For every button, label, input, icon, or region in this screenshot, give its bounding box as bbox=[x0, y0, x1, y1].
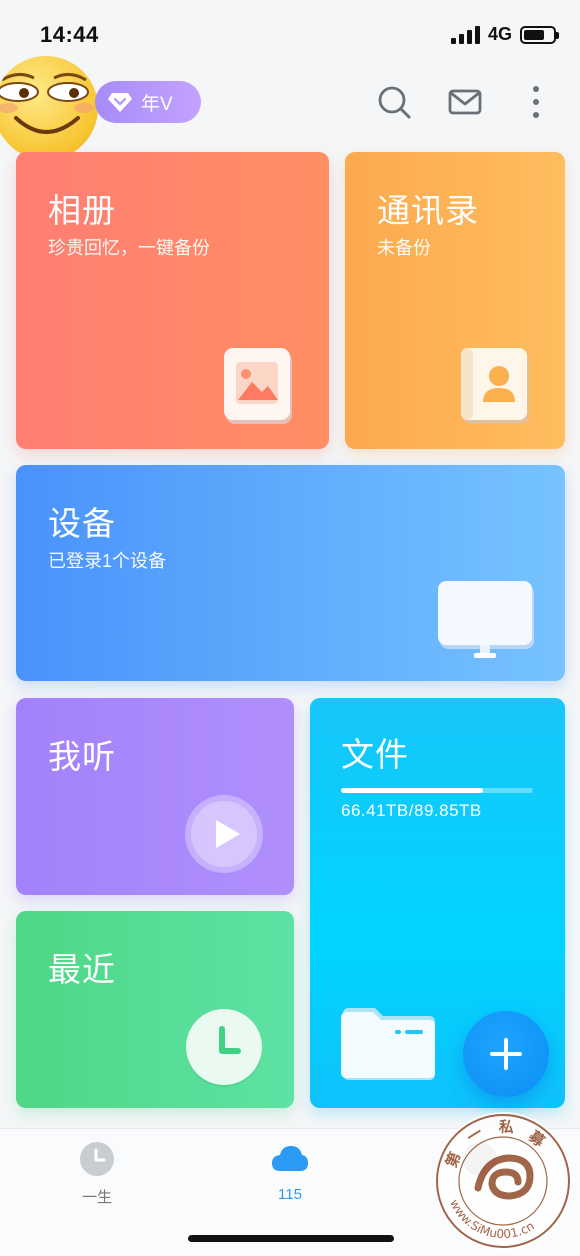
recent-card[interactable]: 最近 bbox=[16, 911, 294, 1108]
image-icon bbox=[224, 348, 292, 424]
tab-life-label: 一生 bbox=[81, 1189, 112, 1206]
clock-icon bbox=[186, 1009, 262, 1087]
album-title: 相册 bbox=[48, 192, 116, 229]
monitor-icon bbox=[438, 581, 534, 658]
watermark-seal: 第 一 私 募 www.SiMu001.cn bbox=[434, 1112, 572, 1250]
vip-label: 年V bbox=[141, 93, 173, 115]
devices-card[interactable]: 设备 已登录1个设备 bbox=[16, 465, 565, 681]
add-button[interactable] bbox=[463, 1011, 549, 1097]
battery-icon bbox=[520, 25, 559, 44]
contacts-title: 通讯录 bbox=[377, 192, 479, 229]
play-icon bbox=[185, 795, 263, 873]
recent-title: 最近 bbox=[48, 951, 116, 988]
storage-progress-fill bbox=[341, 788, 483, 793]
devices-subtitle: 已登录1个设备 bbox=[48, 551, 167, 571]
contacts-card[interactable]: 通讯录 未备份 bbox=[345, 152, 565, 449]
signal-icon bbox=[450, 25, 480, 44]
home-indicator bbox=[188, 1235, 394, 1242]
tab-life[interactable]: 一生 bbox=[47, 1141, 147, 1207]
album-subtitle: 珍贵回忆，一键备份 bbox=[48, 238, 210, 258]
plus-icon bbox=[490, 1038, 522, 1070]
storage-progress-bar bbox=[341, 788, 533, 793]
devices-title: 设备 bbox=[48, 505, 116, 542]
status-bar: 14:44 4G bbox=[0, 0, 580, 70]
listen-card[interactable]: 我听 bbox=[16, 698, 294, 895]
contacts-subtitle: 未备份 bbox=[377, 238, 431, 258]
status-time: 14:44 bbox=[40, 22, 99, 47]
vip-badge[interactable]: 年V bbox=[95, 81, 201, 123]
diamond-icon bbox=[108, 93, 132, 112]
search-icon[interactable] bbox=[376, 84, 412, 120]
album-card[interactable]: 相册 珍贵回忆，一键备份 bbox=[16, 152, 329, 449]
network-type: 4G bbox=[487, 24, 512, 44]
mail-icon[interactable] bbox=[447, 84, 483, 120]
more-icon[interactable] bbox=[518, 84, 554, 120]
storage-usage-text: 66.41TB/89.85TB bbox=[341, 801, 482, 820]
cloud-icon bbox=[272, 1146, 308, 1171]
status-indicators: 4G bbox=[450, 24, 559, 45]
folder-icon bbox=[341, 1008, 435, 1080]
clock-icon bbox=[80, 1142, 114, 1176]
contact-book-icon bbox=[461, 348, 529, 424]
tab-115-label: 115 bbox=[278, 1186, 302, 1203]
avatar[interactable] bbox=[0, 56, 98, 160]
files-title: 文件 bbox=[341, 736, 409, 773]
tab-115[interactable]: 115 bbox=[240, 1141, 340, 1203]
listen-title: 我听 bbox=[48, 738, 116, 775]
